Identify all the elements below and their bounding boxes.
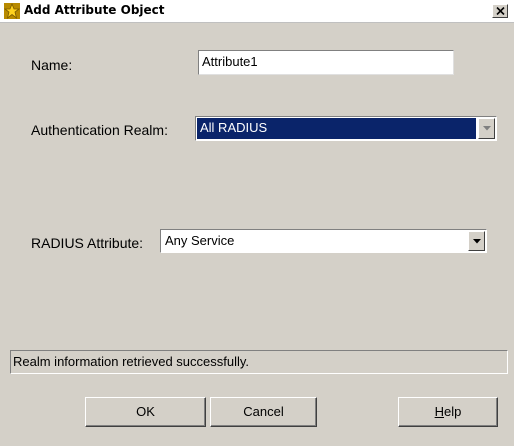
authentication-realm-label: Authentication Realm: (31, 122, 168, 138)
window-title: Add Attribute Object (24, 3, 165, 17)
chevron-down-icon[interactable] (478, 118, 495, 139)
close-button[interactable] (492, 4, 508, 18)
radius-attribute-label: RADIUS Attribute: (31, 235, 144, 251)
gold-star-icon (3, 2, 21, 20)
cancel-button[interactable]: Cancel (210, 397, 317, 427)
name-input[interactable]: Attribute1 (198, 50, 454, 75)
help-mnemonic: H (434, 404, 445, 419)
ok-button[interactable]: OK (85, 397, 206, 427)
authentication-realm-value: All RADIUS (197, 118, 476, 139)
authentication-realm-select[interactable]: All RADIUS (195, 116, 497, 141)
help-button[interactable]: Help (398, 397, 498, 427)
radius-attribute-value: Any Service (165, 233, 235, 248)
help-label-rest: elp (444, 404, 462, 419)
chevron-down-icon[interactable] (468, 231, 485, 251)
name-label: Name: (31, 57, 73, 73)
radius-attribute-select[interactable]: Any Service (160, 229, 487, 253)
status-bar: Realm information retrieved successfully… (10, 350, 508, 374)
dialog-window: Add Attribute Object Name: Attribute1 Au… (0, 0, 514, 446)
close-icon (496, 7, 505, 15)
title-bar[interactable]: Add Attribute Object (0, 0, 514, 23)
